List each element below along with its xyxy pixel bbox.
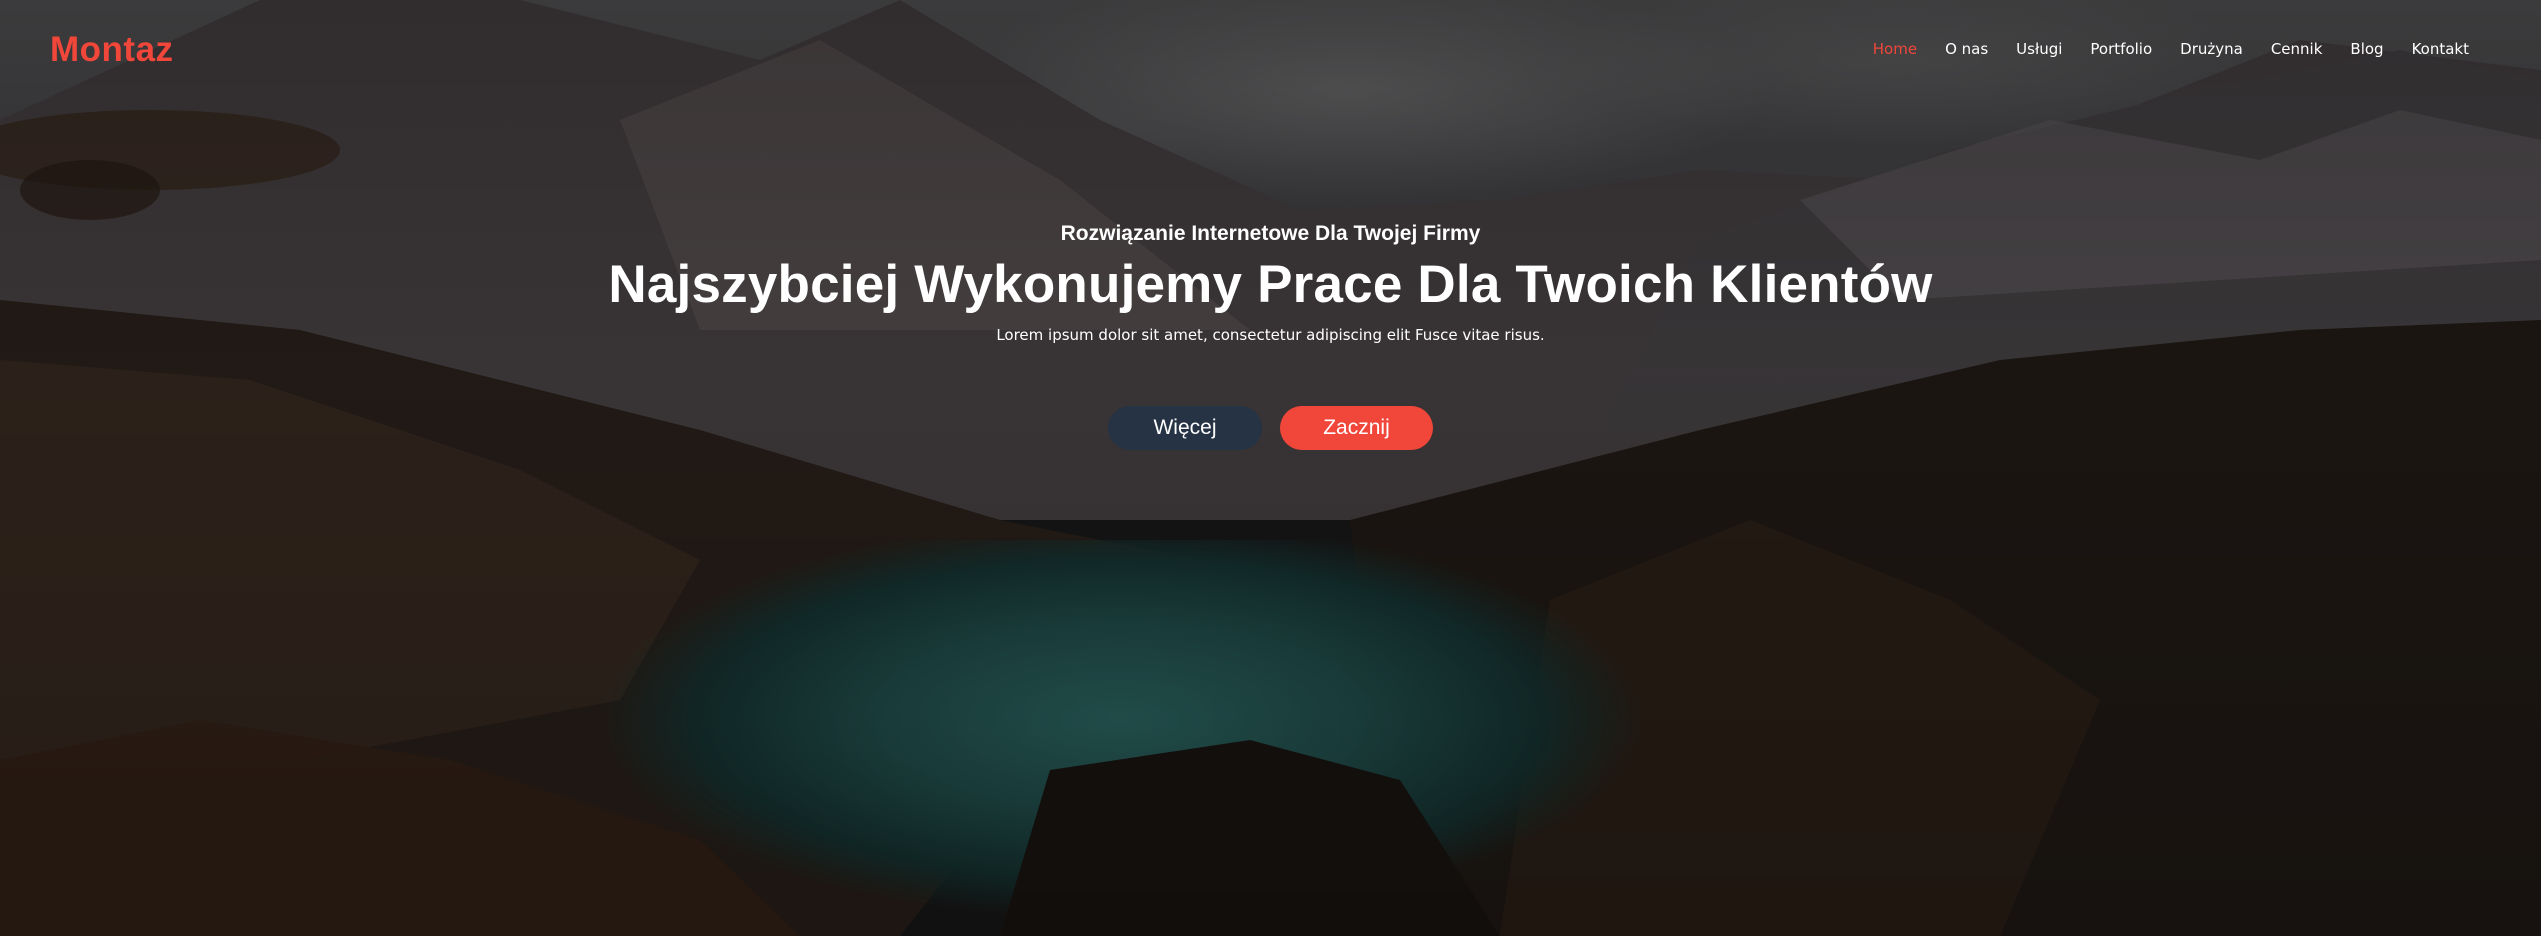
start-button[interactable]: Zacznij (1280, 406, 1433, 450)
more-button[interactable]: Więcej (1108, 406, 1262, 450)
hero-section: Montaz Home O nas Usługi Portfolio Druży… (0, 0, 2541, 936)
hero-lead-text: Lorem ipsum dolor sit amet, consectetur … (996, 326, 1545, 344)
hero-subtitle: Rozwiązanie Internetowe Dla Twojej Firmy (1060, 222, 1481, 245)
hero-buttons: Więcej Zacznij (0, 406, 2541, 450)
hero-content: Rozwiązanie Internetowe Dla Twojej Firmy… (0, 0, 2541, 936)
hero-title: Najszybciej Wykonujemy Prace Dla Twoich … (608, 255, 1933, 314)
